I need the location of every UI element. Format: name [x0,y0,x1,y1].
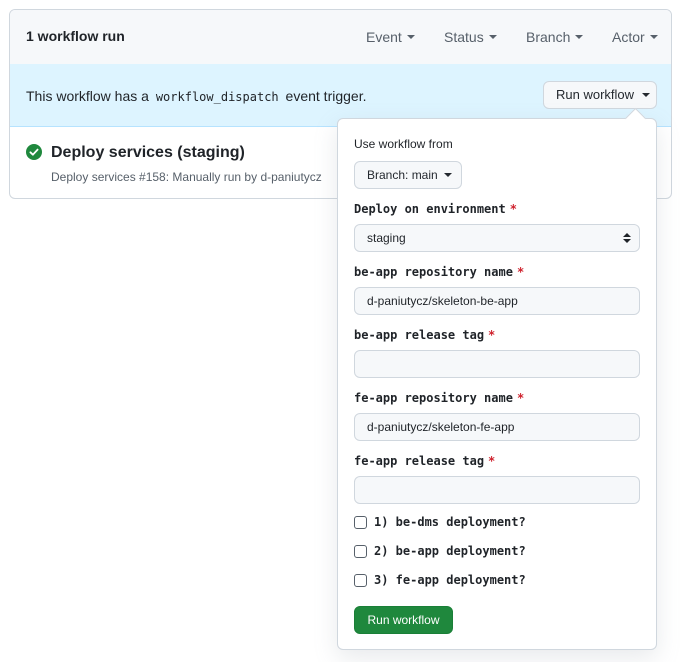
branch-select-button[interactable]: Branch: main [354,161,462,189]
fe-tag-label: fe-app release tag * [354,454,495,468]
environment-label-text: Deploy on environment [354,202,506,216]
run-workflow-dropdown: Use workflow from Branch: main Deploy on… [337,107,657,650]
environment-select-value: staging [367,231,406,245]
fe-tag-label-text: fe-app release tag [354,454,485,468]
dispatch-text-before: This workflow has a [26,88,149,104]
chevron-down-icon [443,172,452,177]
checkbox-be-dms-label: 1) be-dms deployment? [374,515,526,529]
checkbox-box[interactable] [354,574,367,587]
chevron-down-icon [406,35,415,40]
runs-header: 1 workflow run Event Status Branch Actor [10,10,671,65]
dispatch-text-after: event trigger. [285,88,367,104]
checkbox-box[interactable] [354,545,367,558]
run-workflow-dropdown-label: Run workflow [556,87,635,102]
required-asterisk: * [488,328,496,342]
run-meta: Deploy services #158: Manually run by d-… [51,170,322,184]
run-workflow-submit-button[interactable]: Run workflow [354,606,453,634]
checkbox-box[interactable] [354,516,367,529]
required-asterisk: * [509,202,517,216]
run-workflow-dropdown-button[interactable]: Run workflow [543,81,657,109]
checkbox-fe-app-label: 3) fe-app deployment? [374,573,526,587]
run-title[interactable]: Deploy services (staging) [51,144,245,162]
be-tag-label: be-app release tag * [354,328,495,342]
fe-repo-input[interactable] [354,413,640,441]
filter-event-label: Event [366,29,402,45]
dispatch-text: This workflow has a workflow_dispatch ev… [26,88,366,104]
required-asterisk: * [516,391,525,405]
filter-event[interactable]: Event [366,29,415,45]
filter-branch-label: Branch [526,29,571,45]
dispatch-code: workflow_dispatch [155,90,279,104]
checkbox-be-app-label: 2) be-app deployment? [374,544,526,558]
filter-actor-label: Actor [612,29,645,45]
check-circle-icon [26,144,42,160]
required-asterisk: * [516,265,525,279]
fe-repo-label-text: fe-app repository name [354,391,513,405]
runs-count: 1 workflow run [26,28,125,44]
environment-label: Deploy on environment * [354,202,517,216]
filter-status-label: Status [444,29,484,45]
be-repo-label-text: be-app repository name [354,265,513,279]
chevron-down-icon [488,35,497,40]
select-arrows-icon [623,233,631,243]
be-repo-label: be-app repository name * [354,265,524,279]
fe-tag-input[interactable] [354,476,640,504]
branch-select-label: Branch: main [367,168,438,182]
filter-branch[interactable]: Branch [526,29,584,45]
chevron-down-icon [642,92,651,97]
required-asterisk: * [488,454,496,468]
fe-repo-label: fe-app repository name * [354,391,524,405]
filter-status[interactable]: Status [444,29,497,45]
environment-select[interactable]: staging [354,224,640,252]
use-workflow-from-label: Use workflow from [354,137,453,151]
be-repo-input[interactable] [354,287,640,315]
chevron-down-icon [649,35,658,40]
be-tag-label-text: be-app release tag [354,328,485,342]
filter-actor[interactable]: Actor [612,29,658,45]
be-tag-input[interactable] [354,350,640,378]
chevron-down-icon [575,35,584,40]
